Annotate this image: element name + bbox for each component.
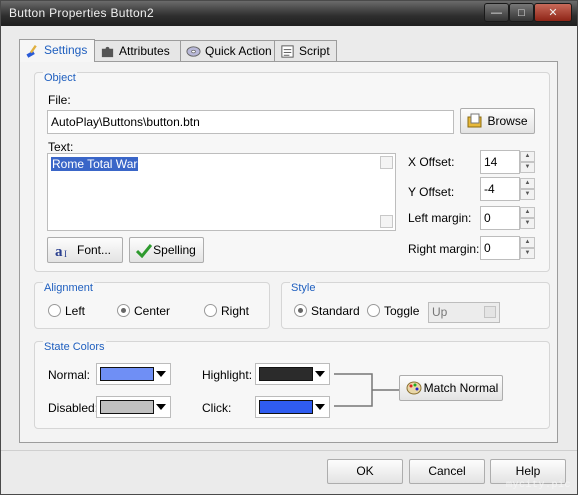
y-offset-label: Y Offset: (408, 185, 455, 199)
x-offset-field[interactable]: 14 (480, 150, 520, 174)
disabled-color-swatch (100, 400, 154, 414)
right-margin-field[interactable]: 0 (480, 236, 520, 260)
ok-button[interactable]: OK (327, 459, 403, 484)
tab-attributes-label: Attributes (119, 44, 170, 58)
file-path-field[interactable]: AutoPlay\Buttons\button.btn (47, 110, 454, 134)
text-scrollbar[interactable] (380, 156, 393, 228)
left-margin-spinner[interactable]: ▲ ▼ (520, 207, 535, 229)
close-button[interactable]: ✕ (534, 3, 572, 22)
puzzle-icon (101, 46, 114, 58)
brush-icon (26, 45, 37, 58)
align-center-radio[interactable] (117, 304, 130, 317)
tab-settings[interactable]: Settings (19, 39, 95, 62)
window-title: Button Properties Button2 (9, 6, 154, 20)
style-toggle-radio[interactable] (367, 304, 380, 317)
color-link-bracket (334, 373, 400, 407)
style-toggle-label: Toggle (384, 304, 420, 318)
align-right-radio[interactable] (204, 304, 217, 317)
chevron-down-icon (315, 404, 325, 410)
footer-divider (1, 450, 577, 451)
tab-quick-action[interactable]: Quick Action (180, 40, 275, 62)
button-text-input[interactable]: Rome Total War (47, 153, 396, 231)
left-margin-field[interactable]: 0 (480, 206, 520, 230)
highlight-color-label: Highlight: (202, 368, 253, 382)
highlight-color-swatch (259, 367, 313, 381)
state-colors-group-title: State Colors (43, 341, 106, 353)
left-margin-label: Left margin: (408, 211, 472, 225)
style-group-title: Style (290, 282, 317, 294)
scroll-down-button[interactable] (380, 215, 393, 228)
toggle-state-select[interactable]: Up (428, 302, 500, 323)
tab-attributes[interactable]: Attributes (94, 40, 181, 62)
cancel-button[interactable]: Cancel (409, 459, 485, 484)
tab-script-label: Script (299, 44, 330, 58)
normal-color-label: Normal: (48, 368, 91, 382)
align-center-label: Center (134, 304, 171, 318)
click-color-picker[interactable] (255, 396, 330, 418)
match-normal-label: Match Normal (423, 381, 499, 395)
title-bar[interactable]: Button Properties Button2 — □ ✕ (1, 1, 577, 26)
chevron-down-icon (156, 404, 166, 410)
x-offset-spinner[interactable]: ▲ ▼ (520, 151, 535, 173)
watermark-text: mycity.pic (505, 480, 571, 491)
checkmark-icon (136, 244, 152, 258)
x-offset-label: X Offset: (408, 155, 455, 169)
toggle-state-value: Up (432, 305, 448, 319)
object-group-title: Object (43, 72, 77, 84)
browse-label: Browse (487, 114, 528, 128)
right-margin-label: Right margin: (408, 242, 480, 256)
y-offset-field[interactable]: -4 (480, 177, 520, 201)
script-icon (281, 45, 294, 58)
font-icon: a I (55, 244, 67, 259)
button-properties-dialog: Button Properties Button2 — □ ✕ Settings… (0, 0, 578, 495)
toggle-state-dropdown-button[interactable] (484, 306, 496, 318)
right-margin-spinner[interactable]: ▲ ▼ (520, 237, 535, 259)
alignment-group-title: Alignment (43, 282, 94, 294)
button-text-value: Rome Total War (51, 157, 139, 171)
minimize-button[interactable]: — (484, 3, 509, 22)
file-label: File: (48, 93, 71, 107)
cd-icon (186, 46, 201, 57)
click-color-label: Click: (202, 401, 232, 415)
maximize-button[interactable]: □ (509, 3, 534, 22)
font-button-label: Font... (76, 243, 111, 257)
chevron-down-icon (315, 371, 325, 377)
folder-icon (467, 113, 482, 128)
chevron-down-icon (156, 371, 166, 377)
svg-text:I: I (64, 249, 67, 259)
spelling-button-label: Spelling (153, 243, 196, 257)
spelling-button[interactable]: Spelling (129, 237, 204, 263)
align-left-label: Left (65, 304, 86, 318)
browse-button[interactable]: Browse (460, 108, 535, 134)
scroll-up-button[interactable] (380, 156, 393, 169)
svg-text:a: a (55, 244, 63, 259)
y-offset-spinner[interactable]: ▲ ▼ (520, 178, 535, 200)
text-label: Text: (48, 140, 74, 154)
highlight-color-picker[interactable] (255, 363, 330, 385)
tab-quick-action-label: Quick Action (205, 44, 272, 58)
normal-color-swatch (100, 367, 154, 381)
style-standard-radio[interactable] (294, 304, 307, 317)
style-standard-label: Standard (311, 304, 360, 318)
disabled-color-picker[interactable] (96, 396, 171, 418)
normal-color-picker[interactable] (96, 363, 171, 385)
tab-settings-label: Settings (44, 43, 88, 57)
palette-icon (406, 381, 422, 395)
click-color-swatch (259, 400, 313, 414)
disabled-color-label: Disabled: (48, 401, 99, 415)
align-left-radio[interactable] (48, 304, 61, 317)
align-right-label: Right (221, 304, 250, 318)
tab-script[interactable]: Script (274, 40, 337, 62)
font-button[interactable]: a I Font... (47, 237, 123, 263)
match-normal-button[interactable]: Match Normal (399, 375, 503, 401)
